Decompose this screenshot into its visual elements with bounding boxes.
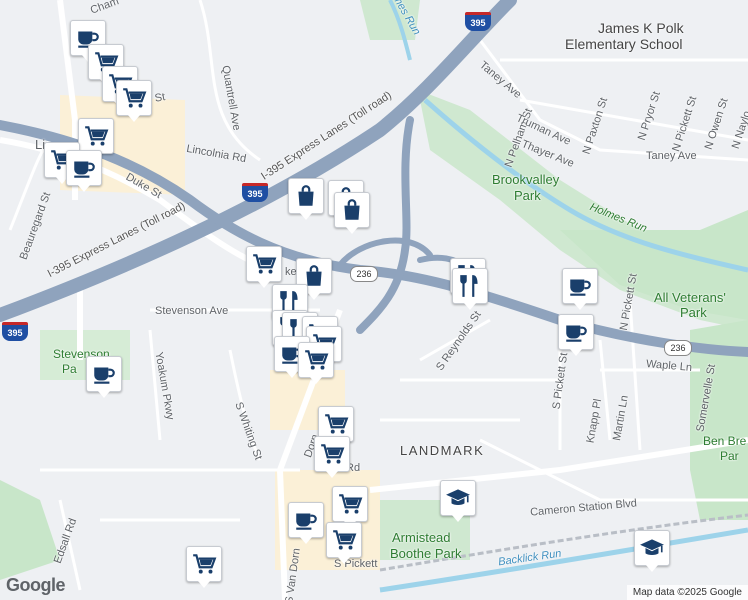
shopping-cart-icon	[251, 251, 277, 277]
armistead-boothe-park-label: Boothe Park	[390, 546, 462, 561]
polk-school-label: Elementary School	[565, 36, 683, 52]
all-veterans-park-label: All Veterans'	[654, 290, 726, 305]
route-236-shield: 236	[664, 340, 692, 356]
place-marker-cafe[interactable]	[562, 268, 598, 310]
cafe-icon	[91, 361, 117, 387]
shopping-cart-icon	[83, 123, 109, 149]
interstate-395-shield: 395	[465, 12, 491, 31]
polk-school-label: James K Polk	[598, 20, 684, 36]
place-marker-cart[interactable]	[314, 436, 350, 478]
shopping-cart-icon	[303, 347, 329, 373]
stevenson-ave-label: Stevenson Ave	[155, 305, 229, 317]
place-marker-cafe[interactable]	[86, 356, 122, 398]
shopping-cart-icon	[319, 441, 345, 467]
landmark-neighborhood-label: LANDMARK	[400, 443, 485, 458]
shopping-bag-icon	[293, 183, 319, 209]
stevenson-park-label: Pa	[62, 362, 77, 376]
google-logo: Google	[6, 575, 66, 595]
cafe-icon	[293, 507, 319, 533]
interstate-395-shield: 395	[2, 322, 28, 341]
cafe-icon	[563, 319, 589, 345]
all-veterans-park-label: Park	[680, 305, 707, 320]
brookvalley-park-label: Park	[514, 188, 541, 203]
shopping-cart-icon	[121, 85, 147, 111]
cafe-icon	[567, 273, 593, 299]
shopping-cart-icon	[337, 491, 363, 517]
interstate-395-shield: 395	[242, 183, 268, 202]
shopping-cart-icon	[331, 527, 357, 553]
restaurant-icon	[457, 273, 483, 299]
place-marker-school[interactable]	[634, 530, 670, 572]
place-marker-cafe[interactable]	[288, 502, 324, 544]
place-marker-bag[interactable]	[334, 192, 370, 234]
place-marker-cart[interactable]	[246, 246, 282, 288]
place-marker-cart[interactable]	[78, 118, 114, 160]
shopping-bag-icon	[339, 197, 365, 223]
brookvalley-park-label: Brookvalley	[492, 172, 560, 187]
map-canvas[interactable]: 395 395 395 236 236 James K Polk Element…	[0, 0, 748, 600]
school-icon	[639, 535, 665, 561]
shopping-cart-icon	[323, 411, 349, 437]
map-attribution[interactable]: Map data ©2025 Google	[626, 585, 748, 600]
shopping-cart-icon	[191, 551, 217, 577]
place-marker-cart[interactable]	[332, 486, 368, 528]
taney-ave-label: Taney Ave	[646, 150, 697, 162]
place-marker-cafe[interactable]	[66, 150, 102, 192]
place-marker-cart[interactable]	[186, 546, 222, 588]
armistead-boothe-park-label: Armistead	[392, 530, 451, 545]
place-marker-cart[interactable]	[116, 80, 152, 122]
place-marker-cart[interactable]	[326, 522, 362, 564]
cafe-icon	[71, 155, 97, 181]
ben-brenman-park-label: Ben Bre	[703, 434, 747, 448]
street-label: ke	[285, 266, 297, 278]
ben-brenman-park-label: Par	[720, 449, 739, 463]
school-icon	[445, 485, 471, 511]
place-marker-bag[interactable]	[288, 178, 324, 220]
route-236-shield: 236	[350, 266, 378, 282]
place-marker-cafe[interactable]	[558, 314, 594, 356]
place-marker-cart[interactable]	[298, 342, 334, 384]
place-marker-school[interactable]	[440, 480, 476, 522]
place-marker-food[interactable]	[452, 268, 488, 310]
